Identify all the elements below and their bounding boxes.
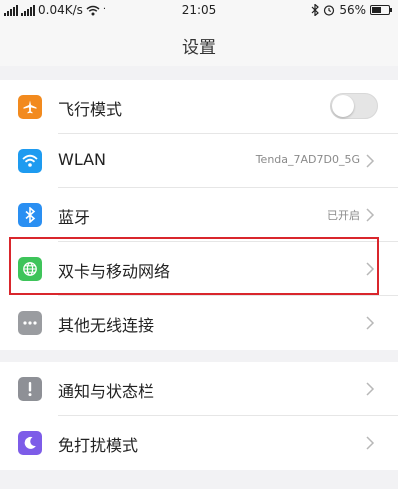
settings-group-connectivity: 飞行模式 WLAN Tenda_7AD7D0_5G 蓝牙 已开启 双卡与移动网络… (0, 80, 398, 350)
airplane-icon (18, 95, 42, 119)
moon-icon (18, 431, 42, 455)
nav-bar: 设置 (0, 20, 398, 66)
battery-fill (372, 7, 381, 13)
settings-item-other-wireless[interactable]: 其他无线连接 (0, 296, 398, 350)
settings-item-wlan[interactable]: WLAN Tenda_7AD7D0_5G (0, 134, 398, 188)
airplane-mode-toggle[interactable] (330, 93, 378, 119)
highlight-box (9, 237, 379, 295)
settings-item-notifications[interactable]: 通知与状态栏 (0, 362, 398, 416)
notification-icon (18, 377, 42, 401)
toggle-knob (332, 95, 354, 117)
page-title: 设置 (182, 38, 216, 58)
chevron-right-icon (366, 382, 375, 396)
settings-item-airplane-mode[interactable]: 飞行模式 (0, 80, 398, 134)
settings-item-label: 飞行模式 (58, 100, 123, 119)
settings-item-label: WLAN (58, 150, 107, 169)
settings-item-do-not-disturb[interactable]: 免打扰模式 (0, 416, 398, 470)
settings-group-notifications: 通知与状态栏 免打扰模式 (0, 362, 398, 470)
chevron-right-icon (366, 154, 375, 168)
bluetooth-icon (18, 203, 42, 227)
alarm-icon (324, 5, 335, 16)
settings-item-label: 其他无线连接 (58, 316, 155, 335)
status-bar: 0.04K/s · 21:05 56% (0, 0, 398, 20)
settings-item-label: 通知与状态栏 (58, 382, 155, 401)
chevron-right-icon (366, 436, 375, 450)
bluetooth-status: 已开启 (327, 209, 360, 222)
settings-item-bluetooth[interactable]: 蓝牙 已开启 (0, 188, 398, 242)
settings-item-label: 免打扰模式 (58, 436, 139, 455)
wlan-network-name: Tenda_7AD7D0_5G (255, 153, 360, 166)
status-bar-right: 56% (311, 3, 392, 17)
wifi-icon (18, 149, 42, 173)
battery-percent: 56% (339, 3, 366, 17)
chevron-right-icon (366, 316, 375, 330)
settings-item-label: 蓝牙 (58, 208, 91, 227)
chevron-right-icon (366, 208, 375, 222)
battery-icon (370, 5, 392, 15)
bluetooth-icon (311, 4, 320, 16)
more-icon (18, 311, 42, 335)
